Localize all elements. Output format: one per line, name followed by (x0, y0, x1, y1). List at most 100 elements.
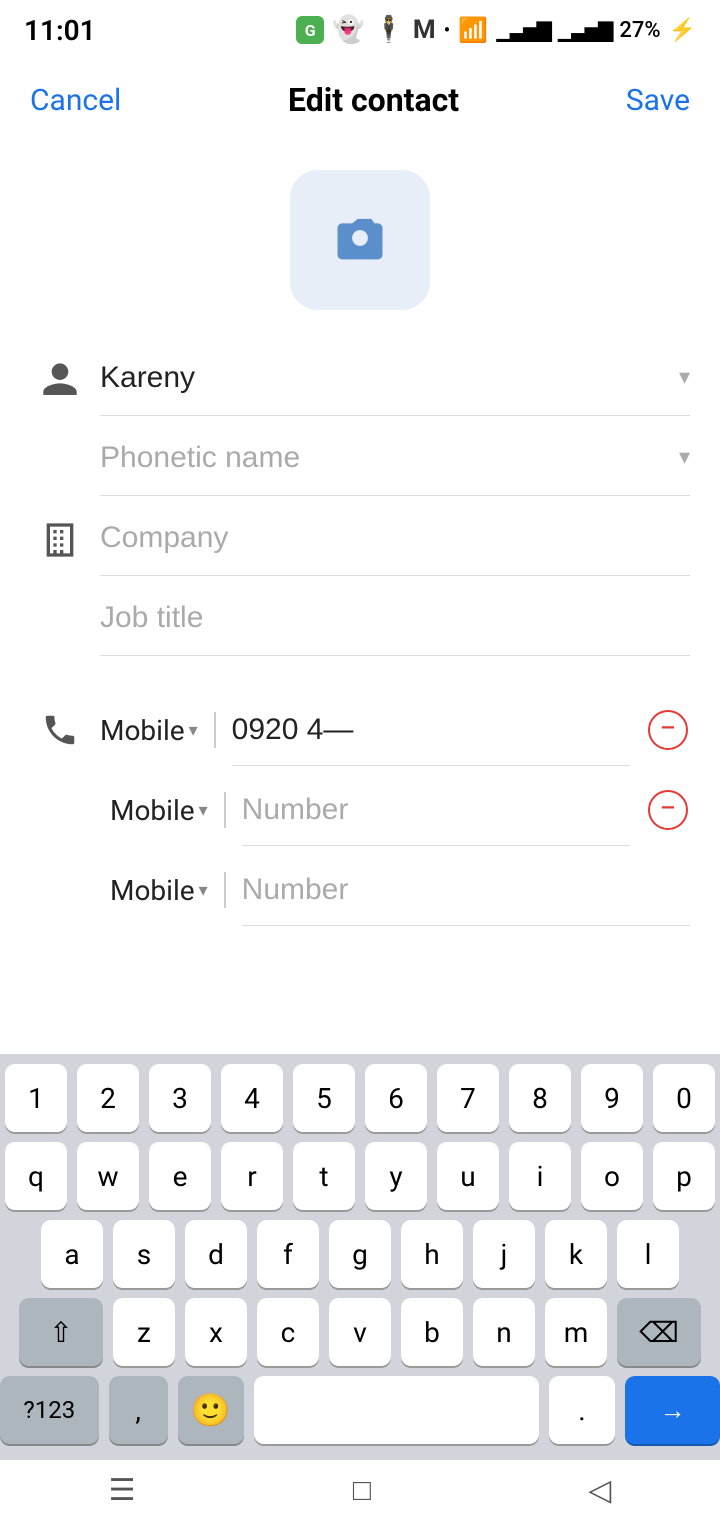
keyboard-row-3: a s d f g h j k l (0, 1220, 720, 1288)
key-t[interactable]: t (293, 1142, 355, 1210)
key-s[interactable]: s (113, 1220, 175, 1288)
keyboard-row-5: ?123 , 🙂 . → (0, 1376, 720, 1444)
key-v[interactable]: v (329, 1298, 391, 1366)
name-input[interactable] (100, 357, 671, 399)
key-1[interactable]: 1 (5, 1064, 67, 1132)
shift-key[interactable]: ⇧ (19, 1298, 103, 1366)
key-c[interactable]: c (257, 1298, 319, 1366)
name-row: ▾ (0, 340, 720, 420)
phonetic-name-input[interactable] (100, 437, 671, 479)
dot-icon: • (444, 18, 451, 42)
cancel-button[interactable]: Cancel (30, 83, 121, 118)
key-9[interactable]: 9 (581, 1064, 643, 1132)
status-bar: 11:01 G 👻 🕴 M • 📶 ▁▃▅▇ ▁▃▅▇ 27% ⚡ (0, 0, 720, 60)
key-n[interactable]: n (473, 1298, 535, 1366)
symbols-key[interactable]: ?123 (0, 1376, 99, 1444)
comma-key[interactable]: , (109, 1376, 168, 1444)
key-q[interactable]: q (5, 1142, 67, 1210)
company-field-icon (30, 520, 90, 560)
phone-number-input-2[interactable] (242, 793, 630, 827)
phonetic-input-wrap: ▾ (100, 424, 690, 496)
phone-number-input-1[interactable] (232, 713, 630, 747)
key-m[interactable]: m (545, 1298, 607, 1366)
phone-type-label-1: Mobile (100, 714, 185, 747)
person-field-icon (30, 360, 90, 400)
gmail-icon: M (413, 15, 436, 45)
phone-divider-3 (224, 872, 226, 908)
key-3[interactable]: 3 (149, 1064, 211, 1132)
charging-icon: ⚡ (669, 18, 696, 43)
nav-home-icon[interactable]: □ (353, 1473, 371, 1508)
avatar-upload-button[interactable] (290, 170, 430, 310)
snapchat-icon: 👻 (332, 15, 364, 45)
key-f[interactable]: f (257, 1220, 319, 1288)
enter-key[interactable]: → (625, 1376, 720, 1444)
period-key[interactable]: . (549, 1376, 615, 1444)
battery-text: 27% (619, 18, 660, 43)
nav-bar: ☰ □ ◁ (0, 1460, 720, 1520)
key-2[interactable]: 2 (77, 1064, 139, 1132)
remove-phone-1-button[interactable] (646, 708, 690, 752)
keyboard-row-2: q w e r t y u i o p (0, 1142, 720, 1210)
key-d[interactable]: d (185, 1220, 247, 1288)
space-key[interactable] (254, 1376, 539, 1444)
phone-section: Mobile ▾ Mobile ▾ Mobile ▾ (0, 690, 720, 930)
key-w[interactable]: w (77, 1142, 139, 1210)
key-5[interactable]: 5 (293, 1064, 355, 1132)
key-h[interactable]: h (401, 1220, 463, 1288)
phone-type-3[interactable]: Mobile ▾ (110, 874, 208, 907)
key-z[interactable]: z (113, 1298, 175, 1366)
key-o[interactable]: o (581, 1142, 643, 1210)
key-a[interactable]: a (41, 1220, 103, 1288)
remove-phone-2-button[interactable] (646, 788, 690, 832)
phone-type-arrow-2: ▾ (199, 800, 208, 821)
nav-menu-icon[interactable]: ☰ (109, 1473, 136, 1508)
phone-field-icon (30, 711, 90, 749)
key-p[interactable]: p (653, 1142, 715, 1210)
job-title-input[interactable] (100, 597, 690, 639)
phone-row-3: Mobile ▾ (0, 850, 720, 930)
key-l[interactable]: l (617, 1220, 679, 1288)
phone-divider-2 (224, 792, 226, 828)
key-6[interactable]: 6 (365, 1064, 427, 1132)
key-0[interactable]: 0 (653, 1064, 715, 1132)
key-b[interactable]: b (401, 1298, 463, 1366)
key-g[interactable]: g (329, 1220, 391, 1288)
phone-divider-1 (214, 712, 216, 748)
key-j[interactable]: j (473, 1220, 535, 1288)
key-y[interactable]: y (365, 1142, 427, 1210)
phone-number-wrap-1 (232, 694, 630, 766)
key-e[interactable]: e (149, 1142, 211, 1210)
person-icon: 🕴 (373, 15, 405, 45)
avatar-section (0, 140, 720, 330)
phone-number-wrap-2 (242, 774, 630, 846)
key-r[interactable]: r (221, 1142, 283, 1210)
key-8[interactable]: 8 (509, 1064, 571, 1132)
keyboard-row-4: ⇧ z x c v b n m ⌫ (0, 1298, 720, 1366)
status-time: 11:01 (24, 14, 96, 47)
keyboard-number-row: 1 2 3 4 5 6 7 8 9 0 (0, 1064, 720, 1132)
phone-number-input-3[interactable] (242, 873, 690, 907)
signal-icon-2: ▁▃▅▇ (558, 18, 612, 42)
emoji-key[interactable]: 🙂 (178, 1376, 244, 1444)
phone-type-2[interactable]: Mobile ▾ (110, 794, 208, 827)
phonetic-dropdown-arrow[interactable]: ▾ (679, 445, 690, 470)
job-title-row (0, 580, 720, 660)
name-input-wrap: ▾ (100, 344, 690, 416)
form-section: ▾ ▾ (0, 330, 720, 670)
name-dropdown-arrow[interactable]: ▾ (679, 365, 690, 390)
nav-back-icon[interactable]: ◁ (588, 1473, 611, 1508)
key-u[interactable]: u (437, 1142, 499, 1210)
backspace-key[interactable]: ⌫ (617, 1298, 701, 1366)
key-x[interactable]: x (185, 1298, 247, 1366)
keyboard: 1 2 3 4 5 6 7 8 9 0 q w e r t y u i o p … (0, 1054, 720, 1460)
key-k[interactable]: k (545, 1220, 607, 1288)
save-button[interactable]: Save (626, 83, 690, 118)
company-input[interactable] (100, 517, 690, 559)
status-icons: G 👻 🕴 M • 📶 ▁▃▅▇ ▁▃▅▇ 27% ⚡ (296, 15, 696, 45)
key-4[interactable]: 4 (221, 1064, 283, 1132)
key-i[interactable]: i (509, 1142, 571, 1210)
phone-type-1[interactable]: Mobile ▾ (100, 714, 198, 747)
phone-type-label-3: Mobile (110, 874, 195, 907)
key-7[interactable]: 7 (437, 1064, 499, 1132)
